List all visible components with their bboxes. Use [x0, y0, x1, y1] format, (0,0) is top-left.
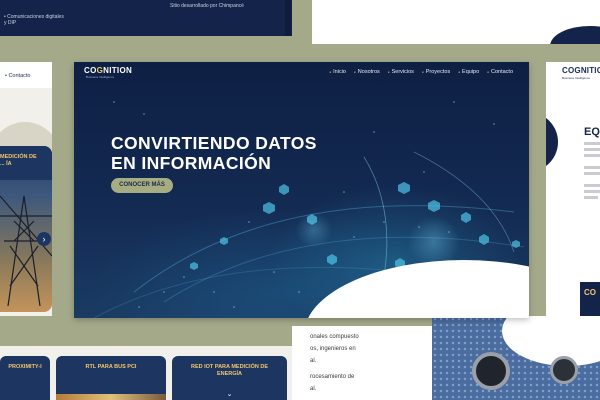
- project-card-title: RTL PARA BUS PCI: [85, 364, 137, 370]
- brand-logo[interactable]: COGNITION: [562, 66, 600, 75]
- text-line: [584, 154, 600, 157]
- left-tile-nav: • Contacto: [0, 62, 52, 88]
- tile-divider: [285, 0, 291, 36]
- hero-headline-line: CONVIRTIENDO DATOS: [111, 133, 317, 153]
- text-line: [584, 166, 600, 169]
- hero-headline: CONVIRTIENDO DATOS EN INFORMACIÓN: [111, 133, 371, 173]
- body-text: al.: [310, 386, 317, 392]
- chevron-down-icon[interactable]: ⌄: [172, 390, 287, 398]
- project-card[interactable]: MEDICIÓN DE ... ÍA ›: [0, 146, 52, 312]
- text-line: [584, 142, 600, 145]
- project-card-title: PROXIMITY-I: [8, 364, 42, 370]
- hero-screenshot: COGNITION Business Intelligence Inicio N…: [74, 62, 529, 318]
- text-line: [584, 184, 600, 187]
- brand-logo[interactable]: COGNITION: [84, 66, 132, 75]
- connector-image: [550, 356, 578, 384]
- body-text: rocesamiento de: [310, 374, 355, 380]
- nav-item-equipo[interactable]: Equipo: [458, 69, 479, 75]
- project-card-title: MEDICIÓN DE ... ÍA: [0, 154, 37, 167]
- body-text: al.: [310, 358, 317, 364]
- text-line: [584, 190, 600, 193]
- section-title-bottom: CO: [584, 288, 596, 297]
- brand-tagline: Business Intelligence: [562, 76, 591, 80]
- body-text: os, ingenieros en: [310, 346, 356, 352]
- top-right-preview-tile: [312, 0, 600, 44]
- project-card-image: [56, 394, 166, 400]
- decorative-curve: [546, 112, 558, 172]
- text-line: [584, 148, 600, 151]
- nav-item-nosotros[interactable]: Nosotros: [354, 69, 380, 75]
- footer-credit: Sitio desarrollado por Chimpancé: [170, 3, 244, 9]
- bottom-right-preview-tile: [432, 316, 600, 400]
- main-nav: Inicio Nosotros Servicios Proyectos Equi…: [329, 69, 513, 75]
- project-card[interactable]: RTL PARA BUS PCI ⌄: [56, 356, 166, 400]
- nav-item-inicio[interactable]: Inicio: [329, 69, 346, 75]
- right-preview-tile: COGNITION Business Intelligence EQ CO: [546, 62, 600, 316]
- project-card-header: MEDICIÓN DE ... ÍA: [0, 146, 52, 180]
- nav-item-contacto[interactable]: Contacto: [487, 69, 513, 75]
- body-text: onales compuesto: [310, 334, 359, 340]
- bottom-left-preview-tile: PROXIMITY-I RTL PARA BUS PCI ⌄ RED IOT P…: [0, 346, 292, 400]
- bottom-center-preview-tile: onales compuesto os, ingenieros en al. r…: [292, 326, 432, 400]
- nav-item-servicios[interactable]: Servicios: [388, 69, 414, 75]
- left-preview-tile: • Contacto MEDICIÓN DE ... ÍA ›: [0, 62, 52, 316]
- next-arrow-button[interactable]: ›: [37, 232, 51, 246]
- brand-logo-text: NITION: [103, 66, 133, 75]
- conocer-mas-button[interactable]: CONOCER MÁS: [111, 178, 173, 193]
- hero-headline-line: EN INFORMACIÓN: [111, 153, 272, 173]
- nav-item-contacto[interactable]: • Contacto: [5, 73, 30, 79]
- text-line: [584, 172, 600, 175]
- decorative-curve: [550, 26, 600, 44]
- brand-tagline: Business Intelligence: [86, 75, 115, 79]
- text-line: [584, 196, 598, 199]
- project-card-title: RED IOT PARA MEDICIÓN DE ENERGÍA: [190, 364, 268, 377]
- section-title: EQ: [584, 126, 600, 138]
- connector-image: [472, 352, 510, 390]
- footer-link-dip: y DIP: [4, 20, 17, 26]
- project-card[interactable]: PROXIMITY-I: [0, 356, 50, 400]
- power-tower-image: [0, 195, 52, 306]
- top-left-preview-tile: • Comunicaciones digitales y DIP Sitio d…: [0, 0, 292, 36]
- brand-logo-text: CO: [84, 66, 97, 75]
- project-card[interactable]: RED IOT PARA MEDICIÓN DE ENERGÍA ⌄: [172, 356, 287, 400]
- nav-item-proyectos[interactable]: Proyectos: [422, 69, 450, 75]
